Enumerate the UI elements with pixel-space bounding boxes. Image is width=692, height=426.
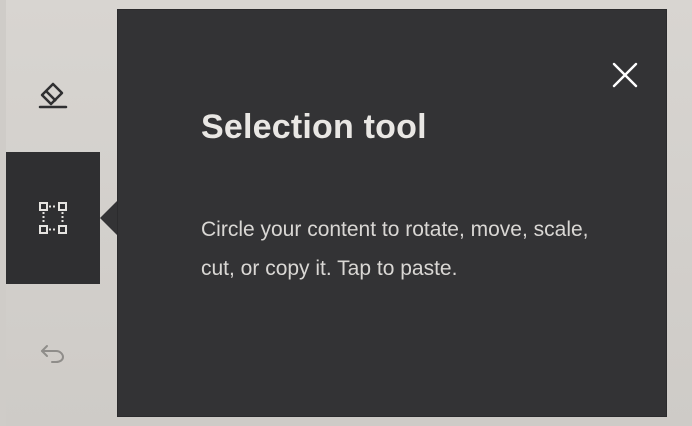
selection-tool-popup: Selection tool Circle your content to ro… (118, 10, 666, 416)
close-button[interactable] (608, 58, 642, 92)
left-toolbar (6, 0, 100, 426)
popup-pointer (100, 200, 118, 236)
popup-title: Selection tool (201, 108, 427, 146)
eraser-tool-button[interactable] (6, 58, 100, 128)
selection-tool-button[interactable] (6, 152, 100, 284)
popup-description: Circle your content to rotate, move, sca… (201, 218, 589, 280)
selection-tool-icon (39, 202, 67, 234)
eraser-icon (38, 82, 68, 109)
undo-button[interactable] (6, 318, 100, 388)
undo-icon (41, 345, 65, 363)
close-icon (612, 62, 638, 88)
